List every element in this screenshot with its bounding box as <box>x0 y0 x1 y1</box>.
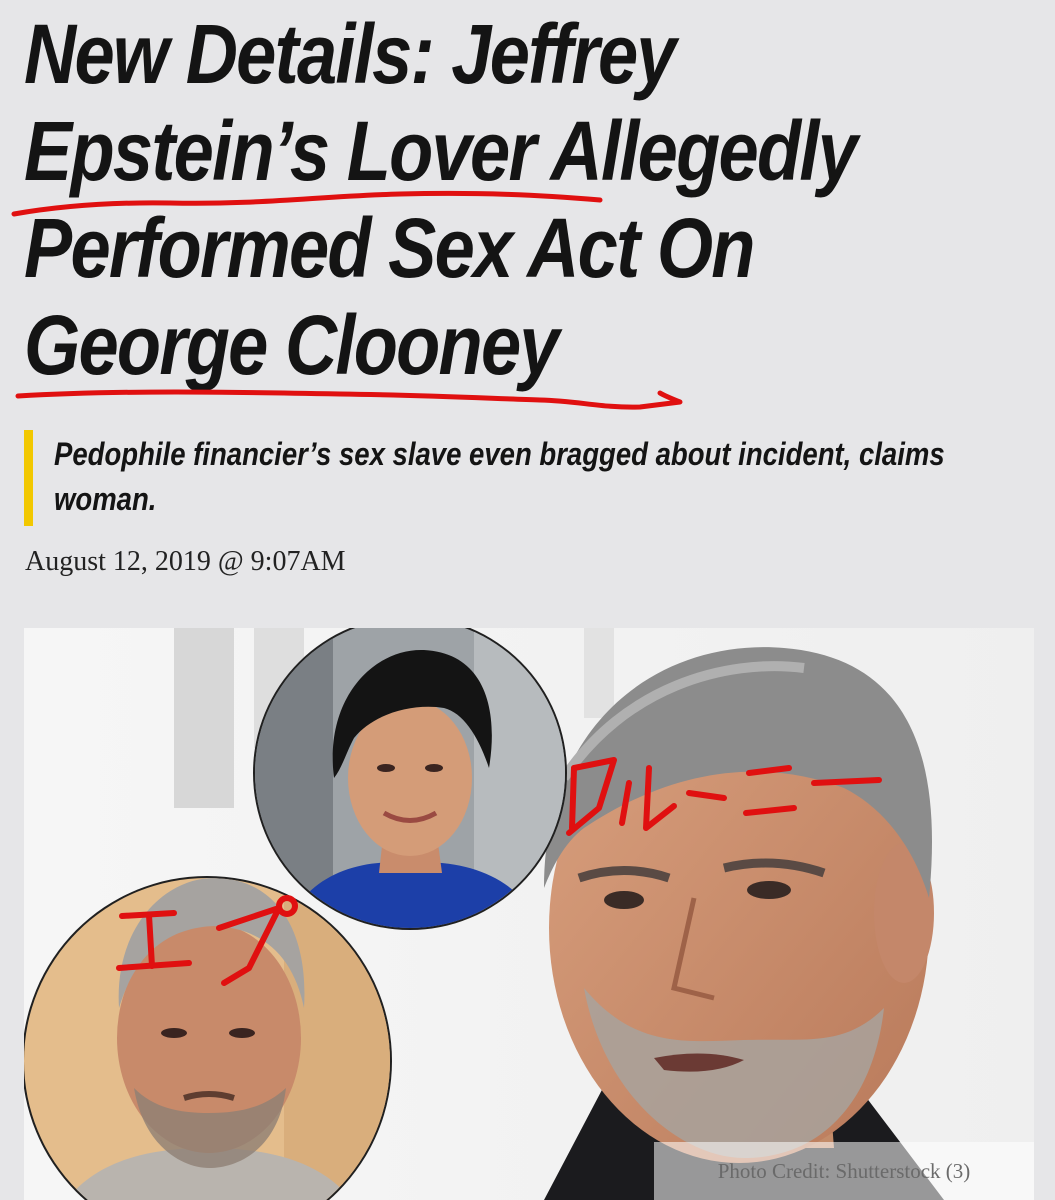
subheadline-accent-bar <box>24 430 33 526</box>
article-headline: New Details: Jeffrey Epstein’s Lover All… <box>24 6 893 394</box>
article-photo: Photo Credit: Shutterstock (3) <box>24 628 1034 1200</box>
headline-line-1: New Details: Jeffrey <box>24 7 677 101</box>
subheadline-block: Pedophile financier’s sex slave even bra… <box>24 428 1039 526</box>
headline-line-4: George Clooney <box>24 298 560 392</box>
photo-illustration <box>24 628 1034 1200</box>
subheadline: Pedophile financier’s sex slave even bra… <box>54 436 945 517</box>
headline-line-3: Performed Sex Act On <box>24 201 755 295</box>
publish-date: August 12, 2019 @ 9:07AM <box>25 546 346 577</box>
headline-line-2: Epstein’s Lover Allegedly <box>24 104 858 198</box>
top-circle-portrait <box>253 628 567 930</box>
article: New Details: Jeffrey Epstein’s Lover All… <box>0 0 1055 1200</box>
underline-george-clooney <box>15 389 683 410</box>
photo-credit: Photo Credit: Shutterstock (3) <box>654 1142 1034 1200</box>
